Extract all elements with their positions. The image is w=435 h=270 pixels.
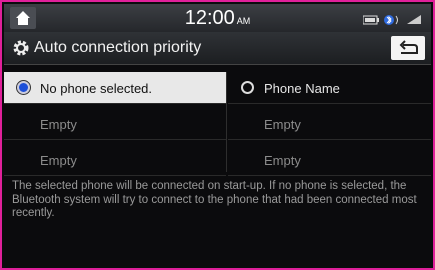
- option-phone-name[interactable]: Phone Name: [228, 72, 431, 104]
- screen-frame: 12:00 AM Auto connection priority No pho…: [0, 0, 435, 270]
- slot-right-1[interactable]: Empty: [228, 108, 431, 140]
- option-no-phone[interactable]: No phone selected.: [4, 72, 226, 104]
- status-bar: 12:00 AM: [4, 4, 431, 32]
- radio-unselected[interactable]: [241, 81, 254, 94]
- clock-ampm: AM: [236, 16, 251, 26]
- slot-left-2[interactable]: Empty: [4, 144, 226, 176]
- slot-right-2[interactable]: Empty: [228, 144, 431, 176]
- page-header: Auto connection priority: [4, 32, 431, 65]
- option-phone-name-label: Phone Name: [264, 81, 340, 96]
- signal-icon: [407, 15, 421, 24]
- radio-selected[interactable]: [17, 81, 30, 94]
- clock-time: 12:00: [184, 7, 235, 29]
- back-icon: [399, 40, 418, 54]
- column-divider: [226, 72, 227, 172]
- gear-icon: [13, 40, 29, 56]
- option-no-phone-label: No phone selected.: [40, 81, 153, 96]
- battery-icon: [362, 15, 379, 25]
- slot-label: Empty: [40, 117, 77, 132]
- page-title: Auto connection priority: [34, 39, 202, 56]
- back-button[interactable]: [391, 36, 425, 60]
- slot-label: Empty: [40, 153, 77, 168]
- description-text: The selected phone will be connected on …: [12, 180, 417, 219]
- bluetooth-audio-icon: [384, 15, 398, 25]
- slot-label: Empty: [264, 117, 301, 132]
- status-icons: [362, 13, 425, 31]
- slot-left-1[interactable]: Empty: [4, 108, 226, 140]
- slot-label: Empty: [264, 153, 301, 168]
